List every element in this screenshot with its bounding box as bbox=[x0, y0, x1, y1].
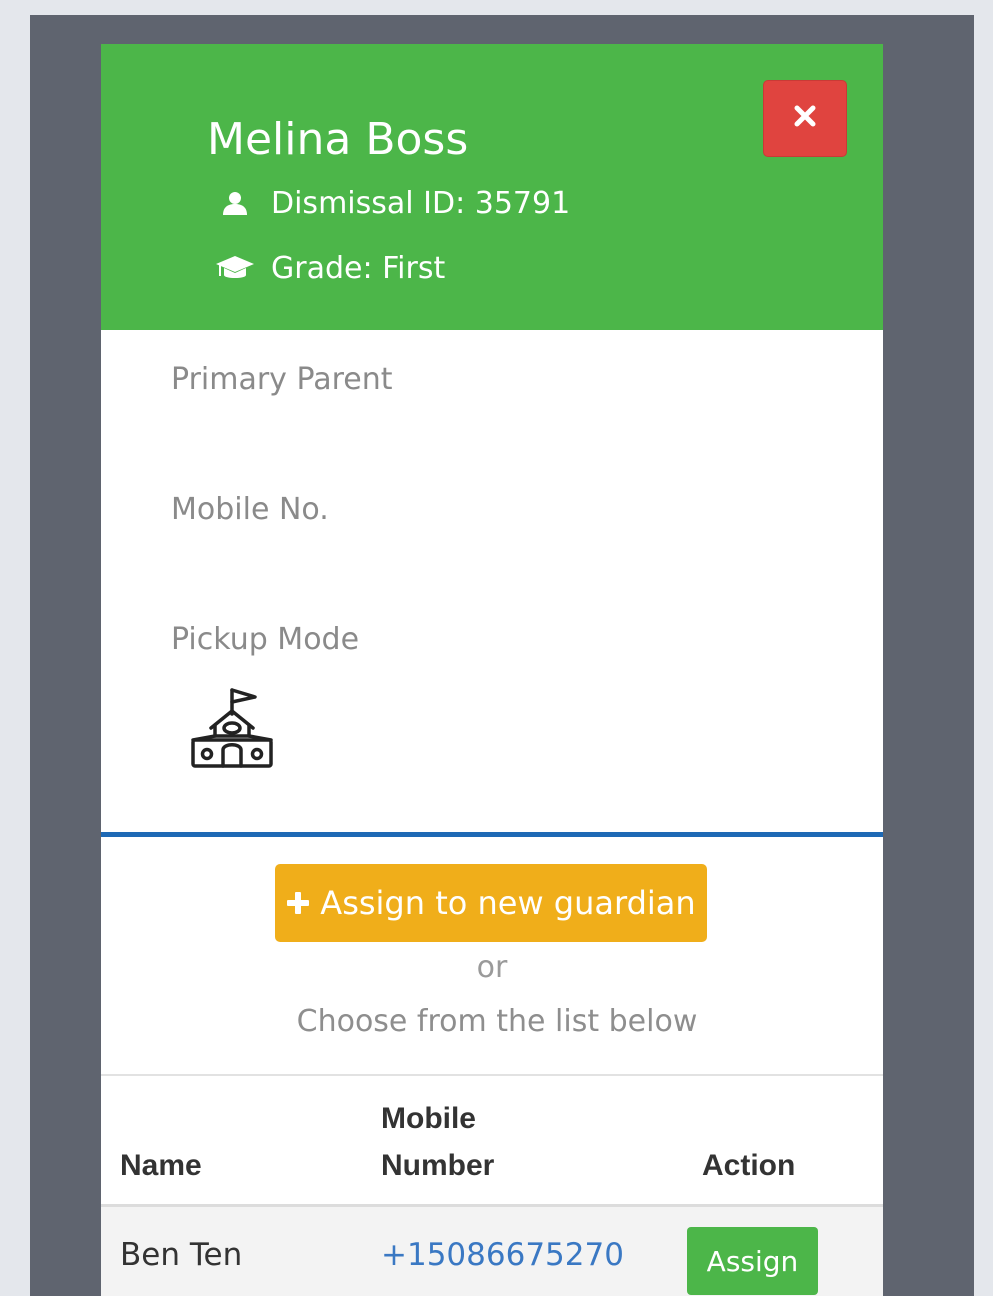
primary-parent-label: Primary Parent bbox=[171, 362, 393, 397]
school-building-icon bbox=[187, 684, 277, 775]
or-text: or bbox=[476, 950, 508, 985]
grade-row: Grade: First bbox=[213, 248, 445, 288]
table-top-border bbox=[101, 1074, 883, 1076]
user-icon bbox=[213, 190, 257, 216]
mobile-no-label: Mobile No. bbox=[171, 492, 329, 527]
assign-new-guardian-button[interactable]: Assign to new guardian bbox=[275, 864, 707, 942]
plus-icon bbox=[286, 891, 310, 915]
student-name: Melina Boss bbox=[207, 114, 469, 165]
close-button[interactable] bbox=[763, 80, 847, 157]
choose-from-list-text: Choose from the list below bbox=[296, 1004, 698, 1039]
section-divider bbox=[101, 832, 883, 837]
column-header-name: Name bbox=[120, 1149, 202, 1182]
student-modal: Melina Boss Dismissal ID: 35791 Grade: F… bbox=[101, 44, 883, 1296]
column-header-mobile-number: Mobile Number bbox=[381, 1102, 495, 1182]
assign-button[interactable]: Assign bbox=[687, 1227, 818, 1295]
pickup-mode-label: Pickup Mode bbox=[171, 622, 360, 657]
graduation-cap-icon bbox=[213, 254, 257, 282]
close-icon bbox=[794, 105, 816, 132]
guardian-mobile-link[interactable]: +15086675270 bbox=[381, 1237, 624, 1273]
column-header-action: Action bbox=[702, 1149, 796, 1182]
guardian-name: Ben Ten bbox=[120, 1237, 243, 1273]
grade: Grade: First bbox=[271, 250, 446, 286]
assign-new-guardian-label: Assign to new guardian bbox=[320, 884, 696, 922]
table-row: Ben Ten +15086675270 Assign bbox=[101, 1207, 883, 1296]
dismissal-id: Dismissal ID: 35791 bbox=[271, 185, 571, 221]
dismissal-id-row: Dismissal ID: 35791 bbox=[213, 183, 570, 223]
student-header: Melina Boss Dismissal ID: 35791 Grade: F… bbox=[101, 44, 883, 330]
